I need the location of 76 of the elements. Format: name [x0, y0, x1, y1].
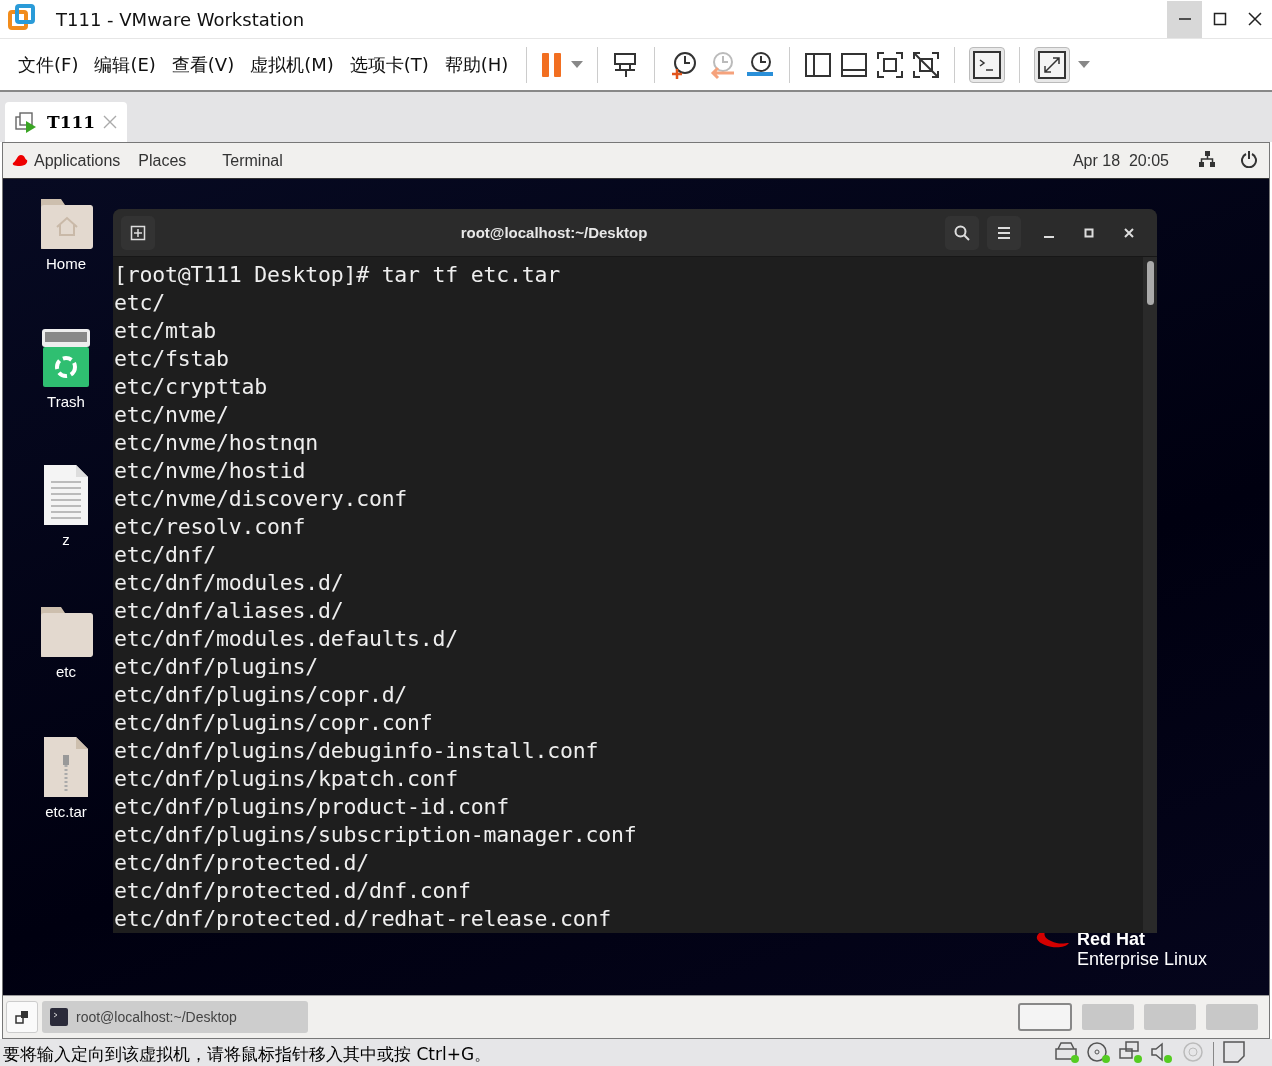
terminal-line: etc/dnf/plugins/copr.conf [114, 709, 434, 737]
menu-icon[interactable] [997, 225, 1011, 240]
desktop-icon-label[interactable]: etc [56, 663, 76, 680]
terminal-line: etc/dnf/protected.d/ [114, 849, 370, 877]
terminal-line: etc/mtab [114, 317, 217, 345]
desktop-icon-label[interactable]: Trash [47, 393, 85, 410]
clock[interactable]: Apr 18 20:05 [1072, 151, 1169, 170]
places-menu[interactable]: Places [138, 151, 187, 170]
menu-item[interactable]: 帮助(H) [436, 48, 517, 81]
terminal-app-icon [50, 1008, 68, 1026]
terminal-line: etc/dnf/modules.defaults.d/ [114, 625, 460, 653]
desktop-icon-label[interactable]: z [62, 531, 70, 548]
applications-menu[interactable]: Applications [34, 151, 121, 170]
new-tab-button[interactable] [121, 215, 155, 250]
terminal-line: etc/crypttab [114, 373, 268, 401]
app-logo-icon [8, 3, 36, 31]
terminal-line: etc/ [114, 289, 166, 317]
terminal-line: etc/resolv.conf [114, 513, 307, 541]
menu-item[interactable]: 选项卡(T) [341, 48, 437, 81]
terminal-line: etc/dnf/plugins/ [114, 653, 319, 681]
terminal-line: etc/dnf/plugins/debuginfo-install.conf [114, 737, 600, 765]
terminal-line: etc/nvme/ [114, 401, 230, 429]
fullscreen-icon[interactable] [876, 50, 905, 79]
terminal-line: etc/dnf/plugins/product-id.conf [114, 793, 511, 821]
terminal-line: etc/dnf/plugins/kpatch.conf [114, 765, 460, 793]
archive-icon[interactable] [43, 735, 89, 799]
power-icon[interactable] [1241, 149, 1257, 168]
bottom-panel-icon[interactable] [840, 50, 869, 79]
search-icon[interactable] [954, 224, 970, 241]
network-icon[interactable] [1199, 150, 1215, 167]
sidebar-layout-icon[interactable] [804, 50, 833, 79]
desktop-icon-label[interactable]: etc.tar [45, 803, 87, 820]
terminal-line: etc/dnf/protected.d/dnf.conf [114, 877, 472, 905]
desktop-icon-label[interactable]: Home [46, 255, 86, 272]
menu-item[interactable]: 查看(V) [163, 48, 243, 81]
windows-icon[interactable] [15, 1010, 29, 1024]
terminal-line: etc/nvme/hostid [114, 457, 307, 485]
terminal-title: root@localhost:~/Desktop [459, 224, 649, 241]
hat-icon [11, 153, 29, 168]
status-message: 要将输入定向到该虚拟机，请将鼠标指针移入其中或按 Ctrl+G。 [2, 1042, 493, 1066]
menu-button[interactable] [987, 215, 1021, 250]
terminal-line: etc/dnf/protected.d/redhat-release.conf [114, 905, 613, 933]
unity-off-icon[interactable] [912, 50, 941, 79]
search-button[interactable] [945, 215, 979, 250]
close-icon[interactable] [1247, 12, 1262, 26]
logo-text: Enterprise Linux [1076, 949, 1207, 969]
vm-tab[interactable]: T111 [5, 102, 128, 142]
terminal-line: etc/nvme/discovery.conf [114, 485, 409, 513]
dropdown-caret-icon[interactable] [571, 60, 584, 69]
document-icon[interactable] [43, 463, 89, 527]
terminal-line: etc/dnf/aliases.d/ [114, 597, 345, 625]
window-title: T111 - VMware Workstation [56, 8, 306, 30]
network-adapter-icon[interactable] [1118, 1041, 1144, 1063]
terminal-line: etc/dnf/plugins/subscription-manager.conf [114, 821, 638, 849]
terminal-line: etc/fstab [114, 345, 230, 373]
terminal-line: etc/dnf/plugins/copr.d/ [114, 681, 409, 709]
taskbar-item[interactable]: root@localhost:~/Desktop [42, 1001, 308, 1033]
show-desktop-button[interactable] [6, 1001, 38, 1033]
app-menu[interactable]: Terminal [222, 151, 283, 170]
trash-icon[interactable] [41, 327, 91, 389]
hard-disk-icon[interactable] [1054, 1041, 1080, 1063]
terminal-line: [root@T111 Desktop]# tar tf etc.tar [114, 261, 562, 289]
maximize-icon[interactable] [1212, 12, 1227, 26]
terminal-line: etc/dnf/modules.d/ [114, 569, 345, 597]
workspace-button[interactable] [1018, 1003, 1072, 1031]
menu-item[interactable]: 编辑(E) [86, 48, 164, 81]
dropdown-caret-icon[interactable] [1078, 60, 1091, 69]
scrollbar-thumb[interactable] [1146, 261, 1154, 305]
menu-item[interactable]: 虚拟机(M) [242, 48, 342, 81]
note-icon[interactable] [1223, 1041, 1245, 1063]
menu-item[interactable]: 文件(F) [10, 48, 87, 81]
new-tab-icon[interactable] [130, 224, 146, 241]
terminal-line: etc/dnf/ [114, 541, 217, 569]
pause-icon[interactable] [541, 51, 564, 78]
cd-icon[interactable] [1086, 1041, 1112, 1063]
terminal-line: etc/nvme/hostnqn [114, 429, 319, 457]
